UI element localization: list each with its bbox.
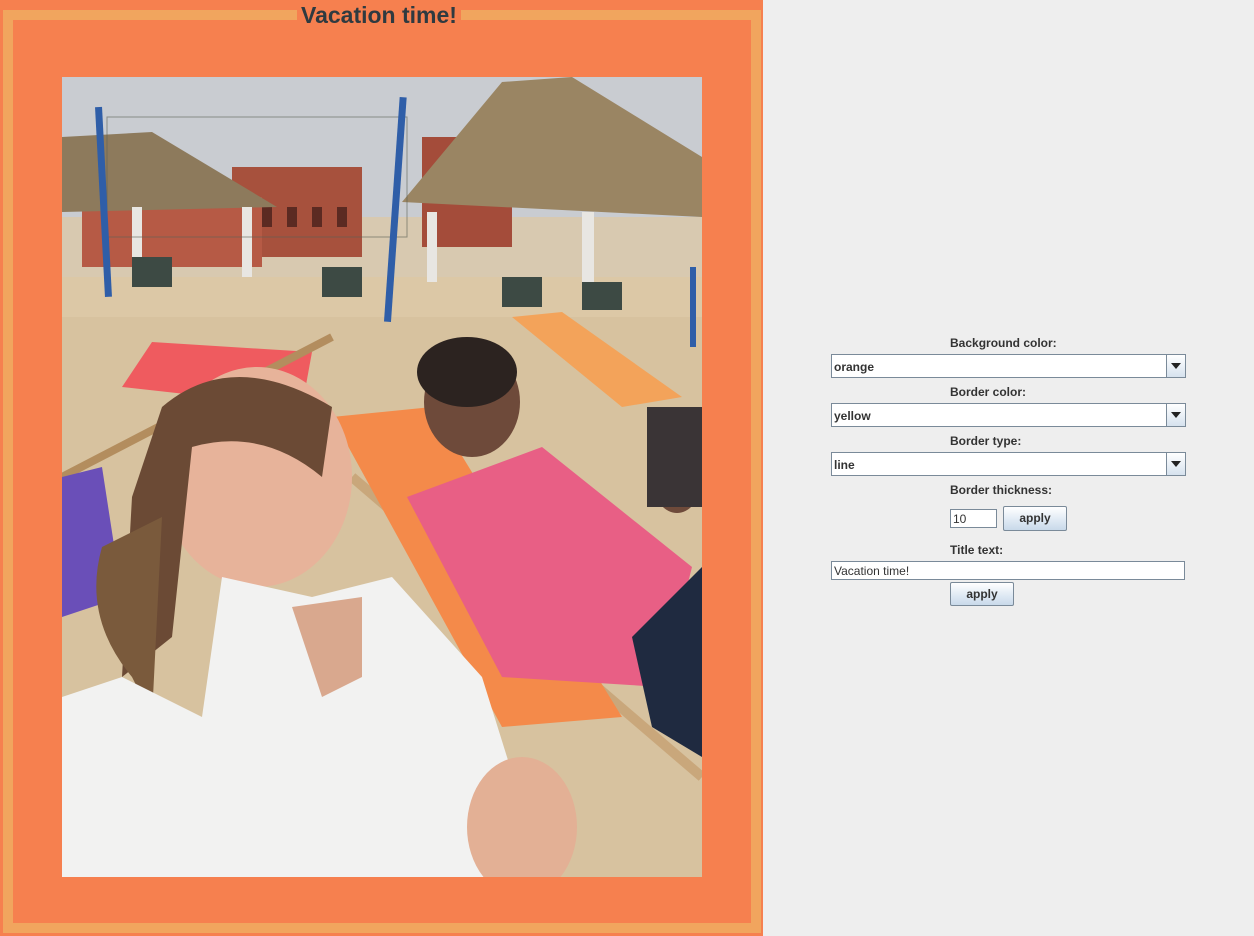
frame-title: Vacation time! — [297, 2, 461, 28]
background-color-label: Background color: — [950, 336, 1057, 350]
title-text-label: Title text: — [950, 543, 1004, 557]
border-type-dropdown-button[interactable] — [1166, 453, 1185, 475]
border-type-dropdown[interactable]: line — [831, 452, 1186, 476]
border-color-label: Border color: — [950, 385, 1027, 399]
background-color-dropdown[interactable]: orange — [831, 354, 1186, 378]
border-type-label: Border type: — [950, 434, 1022, 448]
border-color-value: yellow — [834, 409, 871, 423]
border-color-dropdown[interactable]: yellow — [831, 403, 1186, 427]
controls-panel: Background color: orange Border color: y… — [763, 0, 1254, 936]
border-type-value: line — [834, 458, 855, 472]
border-color-dropdown-button[interactable] — [1166, 404, 1185, 426]
border-thickness-label: Border thickness: — [950, 483, 1053, 497]
background-color-dropdown-button[interactable] — [1166, 355, 1185, 377]
chevron-down-icon — [1171, 363, 1181, 369]
title-text-input[interactable]: Vacation time! — [831, 561, 1185, 580]
border-thickness-input[interactable]: 10 — [950, 509, 997, 528]
thickness-apply-button[interactable]: apply — [1003, 506, 1067, 531]
chevron-down-icon — [1171, 412, 1181, 418]
background-color-value: orange — [834, 360, 875, 374]
vacation-photo — [62, 77, 702, 877]
frame-panel: Vacation time! — [0, 0, 763, 936]
title-apply-button[interactable]: apply — [950, 582, 1014, 606]
chevron-down-icon — [1171, 461, 1181, 467]
